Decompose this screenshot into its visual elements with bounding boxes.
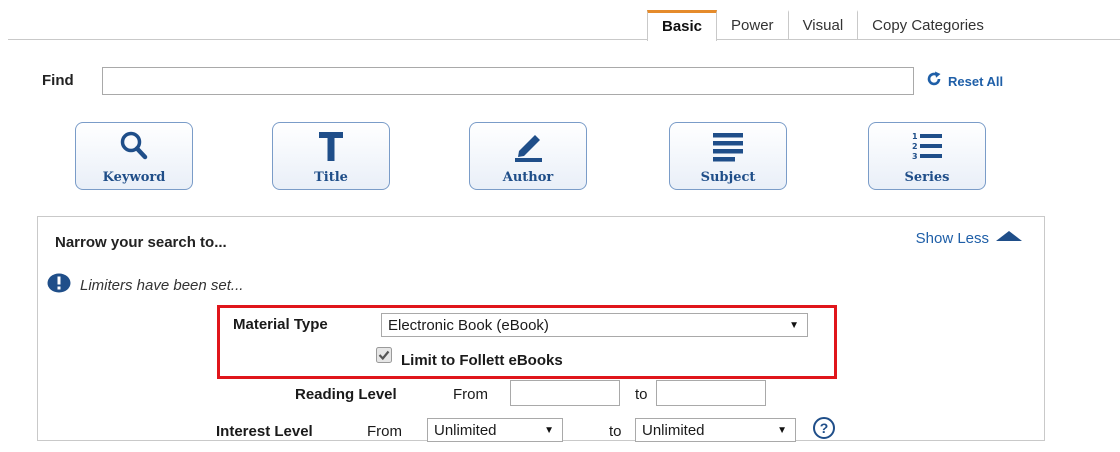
series-label: Series	[904, 170, 950, 185]
pencil-icon	[511, 123, 545, 168]
svg-text:3: 3	[912, 152, 918, 161]
follett-checkbox[interactable]	[376, 347, 392, 368]
subject-label: Subject	[700, 170, 756, 185]
tabs-divider	[8, 39, 1120, 40]
interest-level-to-select[interactable]: Unlimited ▼	[635, 418, 796, 442]
show-less-label: Show Less	[915, 229, 989, 247]
keyword-label: Keyword	[102, 170, 166, 185]
alert-icon	[47, 273, 71, 298]
reset-all-button[interactable]: Reset All	[926, 71, 1003, 92]
series-search-button[interactable]: 1 2 3 Series	[868, 122, 986, 190]
help-icon[interactable]: ?	[813, 417, 835, 439]
reading-level-to-label: to	[635, 386, 648, 403]
reset-all-label: Reset All	[948, 74, 1004, 89]
dropdown-arrow-icon: ▼	[544, 424, 554, 436]
interest-from-value: Unlimited	[434, 421, 497, 439]
interest-to-value: Unlimited	[642, 421, 705, 439]
dropdown-arrow-icon: ▼	[777, 424, 787, 436]
limiters-notice: Limiters have been set...	[47, 273, 243, 298]
lines-icon	[711, 123, 745, 168]
material-type-label: Material Type	[233, 316, 328, 333]
narrow-title: Narrow your search to...	[55, 234, 227, 251]
reading-level-to-input[interactable]	[656, 380, 766, 406]
find-label: Find	[42, 72, 74, 89]
tab-power[interactable]: Power	[717, 10, 788, 39]
reading-level-label: Reading Level	[295, 386, 397, 403]
magnifier-icon	[117, 123, 151, 168]
tab-copy-categories[interactable]: Copy Categories	[857, 10, 990, 39]
show-less-toggle[interactable]: Show Less	[916, 229, 1024, 247]
svg-text:2: 2	[912, 142, 918, 151]
title-label: Title	[314, 170, 348, 185]
search-mode-tabs: Basic Power Visual Copy Categories	[647, 10, 990, 41]
material-type-select[interactable]: Electronic Book (eBook) ▼	[381, 313, 808, 337]
svg-text:1: 1	[912, 132, 918, 141]
subject-search-button[interactable]: Subject	[669, 122, 787, 190]
narrow-search-panel: Narrow your search to... Show Less Limit…	[37, 216, 1045, 442]
triangle-up-icon	[994, 229, 1024, 247]
interest-level-from-select[interactable]: Unlimited ▼	[427, 418, 563, 442]
dropdown-arrow-icon: ▼	[789, 319, 799, 331]
interest-level-from-label: From	[367, 423, 402, 440]
reading-level-from-label: From	[453, 386, 488, 403]
reading-level-from-input[interactable]	[510, 380, 620, 406]
find-input[interactable]	[102, 67, 914, 95]
title-search-button[interactable]: Title	[272, 122, 390, 190]
material-type-value: Electronic Book (eBook)	[388, 316, 549, 334]
refresh-icon	[926, 71, 942, 92]
keyword-search-button[interactable]: Keyword	[75, 122, 193, 190]
author-search-button[interactable]: Author	[469, 122, 587, 190]
title-t-icon	[314, 123, 348, 168]
tab-basic[interactable]: Basic	[647, 10, 718, 41]
interest-level-to-label: to	[609, 423, 622, 440]
limiters-text: Limiters have been set...	[80, 277, 244, 294]
tab-visual[interactable]: Visual	[787, 10, 858, 39]
interest-level-label: Interest Level	[216, 423, 313, 440]
follett-label: Limit to Follett eBooks	[401, 352, 563, 369]
author-label: Author	[502, 170, 554, 185]
numbered-list-icon: 1 2 3	[910, 123, 944, 168]
